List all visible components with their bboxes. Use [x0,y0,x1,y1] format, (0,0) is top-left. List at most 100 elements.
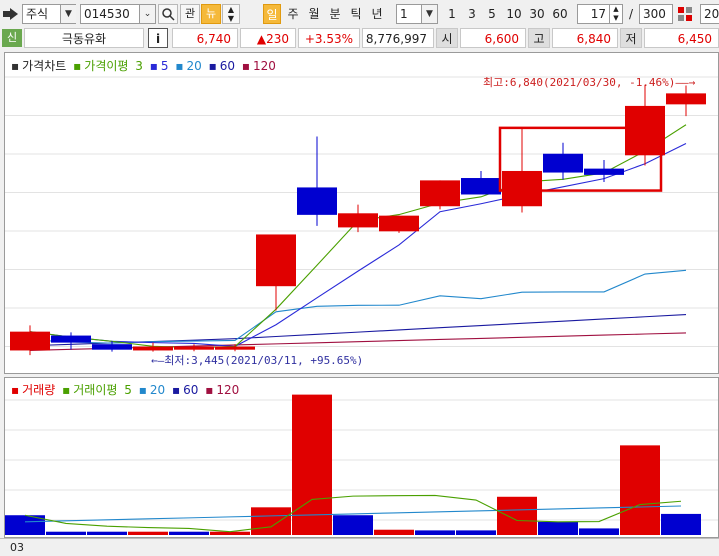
volume-bar [538,521,578,535]
volume-bar [579,528,619,535]
new-badge: 신 [2,29,22,47]
candle-body [461,178,501,195]
legend-marker: ▪ [175,59,184,73]
candle-body [625,105,665,156]
candle-body [666,93,706,105]
legend-ma60: 60 [219,59,236,73]
high-price: 6,840 [552,28,618,48]
volume-bar [620,445,660,535]
gwan-button[interactable]: 관 [180,4,200,24]
interval-5-button[interactable]: 5 [484,4,500,24]
status-bar: 03 [0,538,719,555]
period-year-tab[interactable]: 년 [368,4,386,24]
legend-ma3: 3 [135,59,143,73]
volume-bar [251,507,291,535]
interval-60-button[interactable]: 60 [550,4,570,24]
volume-bar [497,496,537,535]
ma3-line [29,124,687,349]
legend-vma20: 20 [149,383,166,397]
arrow-left-icon: ←— [151,354,165,367]
chevron-down-icon[interactable]: ▼ [421,5,437,23]
right-edge-value: 20 [704,7,719,21]
price-change-percent: +3.53% [298,28,360,48]
volume-bar [46,531,86,535]
volume-chart-panel[interactable]: ▪ 거래량 ▪ 거래이평 5 ▪ 20 ▪ 60 ▪ 120 [4,377,719,538]
volume-bar [87,531,127,535]
period-count-value: 1 [400,7,408,21]
current-price: 6,740 [172,28,238,48]
legend-vma120: 120 [216,383,240,397]
trade-volume: 8,776,997 [362,28,434,48]
interval-10-button[interactable]: 10 [504,4,524,24]
info-button[interactable]: i [148,28,168,48]
arrow-right-icon: ——→ [675,76,696,89]
volume-chart[interactable] [5,378,718,537]
status-text: 03 [10,541,24,554]
legend-marker: ▪ [73,59,82,73]
candle-body [133,346,173,351]
price-legend-title: 가격차트 [22,59,67,73]
period-day-tab[interactable]: 일 [263,4,281,24]
period-minute-tab[interactable]: 분 [326,4,344,24]
candle-body [379,215,419,232]
volume-legend: ▪ 거래량 ▪ 거래이평 5 ▪ 20 ▪ 60 ▪ 120 [11,381,242,398]
candle-body [51,335,91,343]
candle-body [10,331,50,351]
menu-arrow-icon[interactable] [2,6,20,22]
period-week-tab[interactable]: 주 [284,4,302,24]
legend-marker: ▪ [171,383,181,397]
open-label: 시 [436,28,458,48]
chevron-down-icon[interactable]: ⌄ [139,5,155,23]
legend-vma5: 5 [124,383,132,397]
volume-bar [415,530,455,535]
volume-bar [456,530,496,535]
legend-ma20: 20 [186,59,202,73]
price-legend: ▪ 가격차트 ▪ 가격이평 3 ▪ 5 ▪ 20 ▪ 60 ▪ 120 [11,57,279,74]
price-chart[interactable] [5,53,718,373]
page-spinner[interactable]: ▲ ▼ [609,5,622,23]
interval-3-button[interactable]: 3 [464,4,480,24]
price-change: ▲230 [240,28,296,48]
open-price: 6,600 [460,28,526,48]
high-label: 고 [528,28,550,48]
page-total-value: 300 [643,7,666,21]
search-icon [162,8,175,21]
volume-legend-title: 거래량 [22,383,56,397]
legend-marker: ▪ [241,59,250,73]
volume-bar [333,515,373,535]
candle-body [338,213,378,228]
legend-marker: ▪ [62,383,71,397]
price-chart-panel[interactable]: ▪ 가격차트 ▪ 가격이평 3 ▪ 5 ▪ 20 ▪ 60 ▪ 120 최고:6,840(2… [4,52,719,374]
right-edge-input[interactable]: 20 [700,4,719,24]
chevron-down-icon[interactable]: ▼ [60,5,76,23]
search-button[interactable] [158,4,178,24]
candle-body [543,153,583,173]
period-tick-tab[interactable]: 틱 [347,4,365,24]
high-annotation: 최고:6,840(2021/03/30, -1.46%)——→ [483,74,695,90]
volume-bar [292,394,332,535]
code-input-value: 014530 [84,7,130,21]
volume-bar [128,531,168,535]
candle-body [174,346,214,350]
interval-1-button[interactable]: 1 [444,4,460,24]
legend-ma5: 5 [160,59,169,73]
page-total-input[interactable]: 300 [639,4,673,24]
legend-marker: ▪ [208,59,217,73]
volume-bar [374,529,414,535]
up-down-spinner[interactable]: ▲ ▼ [222,4,240,24]
legend-ma120: 120 [253,59,276,73]
low-price: 6,450 [644,28,719,48]
market-select-label: 주식 [26,7,49,21]
legend-marker: ▪ [205,383,214,397]
candle-body [256,234,296,287]
period-month-tab[interactable]: 월 [305,4,323,24]
volume-bar [169,531,209,535]
low-annotation: ←—최저:3,445(2021/03/11, +95.65%) [151,352,363,368]
legend-marker: ▪ [11,59,20,73]
settings-icon[interactable] [676,5,694,23]
volume-bar [661,513,701,535]
news-button[interactable]: 뉴 [201,4,221,24]
page-current-value: 17 [590,7,606,21]
interval-30-button[interactable]: 30 [527,4,547,24]
stock-name[interactable]: 극동유화 [24,28,144,48]
